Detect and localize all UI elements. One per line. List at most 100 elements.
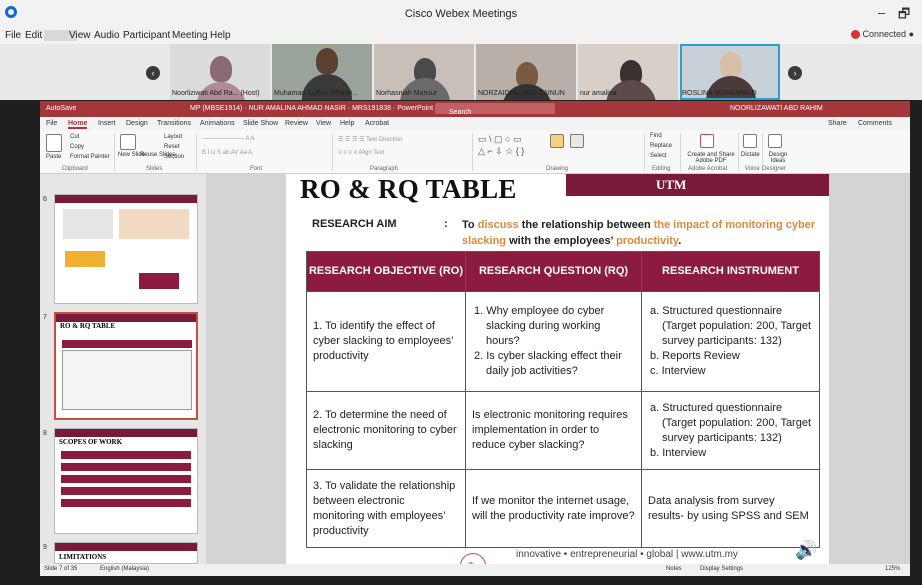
dictate-button[interactable]: Dictate bbox=[741, 152, 760, 158]
notes-button[interactable]: Notes bbox=[666, 566, 682, 572]
speaker-icon: 🔊 bbox=[795, 540, 818, 560]
table-row: 1. To identify the effect of cyber slack… bbox=[306, 291, 820, 392]
font-name-box[interactable]: ――――――― A A bbox=[202, 136, 254, 142]
ri-cell: a. Structured questionnaire (Target popu… bbox=[641, 291, 820, 392]
webex-menu-bar: File Edit Share View Audio Participant M… bbox=[0, 27, 922, 44]
participant-name: Noorliziwati Abd Ra... (Host) bbox=[172, 90, 260, 97]
participant-gallery bbox=[0, 44, 922, 100]
slide-editing-canvas: UTM RO & RQ TABLE RESEARCH AIM : To disc… bbox=[206, 174, 910, 564]
dictate-icon[interactable] bbox=[743, 134, 757, 148]
menu-participant[interactable]: Participant bbox=[123, 30, 170, 41]
avatar bbox=[210, 56, 232, 82]
thumb-number: 8 bbox=[43, 430, 47, 437]
user-name: NOORLIZAWATI ABD RAHIM bbox=[730, 105, 823, 112]
find-button[interactable]: Find bbox=[650, 133, 662, 139]
powerpoint-title-bar: AutoSave MP (MBSE1914) · NUR AMALINA AHM… bbox=[40, 101, 910, 117]
acrobat-pdf-icon[interactable] bbox=[700, 134, 714, 148]
group-label-acrobat: Adobe Acrobat bbox=[688, 166, 728, 172]
rq-cell: 1. Why employee do cyber slacking during… bbox=[465, 291, 642, 392]
connected-label: Connected bbox=[862, 29, 907, 39]
replace-button[interactable]: Replace bbox=[650, 143, 672, 149]
menu-edit[interactable]: Edit bbox=[25, 30, 42, 41]
tab-help[interactable]: Help bbox=[340, 120, 354, 127]
tab-file[interactable]: File bbox=[46, 120, 57, 127]
cut-button[interactable]: Cut bbox=[70, 134, 79, 140]
design-ideas-icon[interactable] bbox=[768, 134, 782, 148]
tab-view[interactable]: View bbox=[316, 120, 331, 127]
layout-button[interactable]: Layout bbox=[164, 134, 182, 140]
paragraph-row[interactable]: ☰ ☰ ☰ ☰ Text Direction bbox=[338, 136, 402, 143]
create-pdf-button[interactable]: Create and Share Adobe PDF bbox=[686, 152, 736, 164]
slide-footer: innovative • entrepreneurial • global | … bbox=[516, 549, 738, 560]
slide-thumbnail-6[interactable] bbox=[54, 194, 198, 304]
slide-title: RO & RQ TABLE bbox=[300, 174, 517, 204]
header-research-question: RESEARCH QUESTION (RQ) bbox=[465, 251, 642, 292]
paste-icon[interactable] bbox=[46, 134, 62, 152]
font-format-row[interactable]: B I U S ab AV Aa A bbox=[202, 150, 252, 156]
menu-view[interactable]: View bbox=[69, 30, 91, 41]
slide-thumbnail-9[interactable]: LIMITATIONS bbox=[54, 542, 198, 564]
ro-rq-table: RESEARCH OBJECTIVE (RO) RESEARCH QUESTIO… bbox=[306, 251, 820, 548]
group-label-designer: Designer bbox=[762, 166, 787, 172]
gallery-prev-button[interactable]: ‹ bbox=[146, 66, 160, 80]
tab-animations[interactable]: Animations bbox=[200, 120, 235, 127]
align-row[interactable]: ≡ ≡ ≡ ≡ Align Text bbox=[338, 150, 384, 156]
restore-button[interactable]: 🗗 bbox=[898, 5, 910, 27]
tab-insert[interactable]: Insert bbox=[98, 120, 116, 127]
research-aim-label: RESEARCH AIM bbox=[312, 218, 397, 230]
tab-review[interactable]: Review bbox=[285, 120, 308, 127]
copy-button[interactable]: Copy bbox=[70, 144, 84, 150]
tab-slideshow[interactable]: Slide Show bbox=[243, 120, 278, 127]
group-label-voice: Voice bbox=[745, 166, 760, 172]
table-row: 2. To determine the need of electronic m… bbox=[306, 391, 820, 470]
participant-name: ROSLINA MOHAMMAD bbox=[682, 90, 757, 97]
menu-audio[interactable]: Audio bbox=[94, 30, 120, 41]
header-research-objective: RESEARCH OBJECTIVE (RO) bbox=[306, 251, 466, 292]
webex-title-bar: Cisco Webex Meetings – 🗗 bbox=[0, 0, 922, 27]
connection-status: Connected ● bbox=[850, 29, 914, 40]
display-settings-button[interactable]: Display Settings bbox=[700, 566, 743, 572]
shapes-gallery[interactable]: ▭ \ ▢ ○ ▭ bbox=[478, 134, 521, 145]
share-button[interactable]: Share bbox=[828, 120, 847, 127]
tab-transitions[interactable]: Transitions bbox=[157, 120, 191, 127]
gallery-next-button[interactable]: › bbox=[788, 66, 802, 80]
header-research-instrument: RESEARCH INSTRUMENT bbox=[641, 251, 820, 292]
menu-meeting[interactable]: Meeting bbox=[172, 30, 208, 41]
ro-cell: 2. To determine the need of electronic m… bbox=[306, 391, 466, 470]
zoom-level[interactable]: 125% bbox=[885, 566, 900, 572]
tab-acrobat[interactable]: Acrobat bbox=[365, 120, 389, 127]
research-aim-text: To discuss the relationship between the … bbox=[462, 219, 816, 247]
format-painter-button[interactable]: Format Painter bbox=[70, 154, 110, 160]
slide-header-band bbox=[566, 174, 829, 196]
select-button[interactable]: Select bbox=[650, 153, 667, 159]
reset-button[interactable]: Reset bbox=[164, 144, 180, 150]
tab-home[interactable]: Home bbox=[68, 120, 88, 129]
table-row: 3. To validate the relationship between … bbox=[306, 469, 820, 548]
group-label-editing: Editing bbox=[652, 166, 671, 172]
language-indicator[interactable]: English (Malaysia) bbox=[100, 566, 149, 572]
group-label-font: Font bbox=[250, 166, 263, 172]
autosave-toggle[interactable]: AutoSave bbox=[46, 105, 76, 112]
window-title: Cisco Webex Meetings bbox=[404, 8, 518, 20]
thumb-number: 7 bbox=[43, 314, 47, 321]
menu-help[interactable]: Help bbox=[210, 30, 231, 41]
menu-file[interactable]: File bbox=[5, 30, 21, 41]
paste-button[interactable]: Paste bbox=[46, 154, 61, 160]
arrange-icon[interactable] bbox=[550, 134, 564, 148]
slide-thumbnail-8[interactable]: SCOPES OF WORK bbox=[54, 428, 198, 534]
current-slide[interactable]: UTM RO & RQ TABLE RESEARCH AIM : To disc… bbox=[286, 174, 829, 564]
new-slide-icon[interactable] bbox=[120, 134, 136, 150]
group-label-clipboard: Clipboard bbox=[62, 166, 88, 172]
ribbon-tabs: File Home Insert Design Transitions Anim… bbox=[40, 117, 910, 130]
thumb-number: 6 bbox=[43, 196, 47, 203]
slide-thumbnail-7[interactable]: RO & RQ TABLE bbox=[54, 312, 198, 420]
shapes-gallery-row2[interactable]: △ ⌐ ⇩ ☆ { } bbox=[478, 146, 524, 157]
minimize-button[interactable]: – bbox=[878, 5, 885, 20]
quick-styles-icon[interactable] bbox=[570, 134, 584, 148]
comments-button[interactable]: Comments bbox=[858, 120, 892, 127]
design-ideas-button[interactable]: Design Ideas bbox=[766, 152, 790, 164]
ppt-search-box[interactable]: Search bbox=[435, 103, 555, 116]
tab-design[interactable]: Design bbox=[126, 120, 148, 127]
group-label-paragraph: Paragraph bbox=[370, 166, 399, 172]
section-button[interactable]: Section bbox=[164, 154, 184, 160]
